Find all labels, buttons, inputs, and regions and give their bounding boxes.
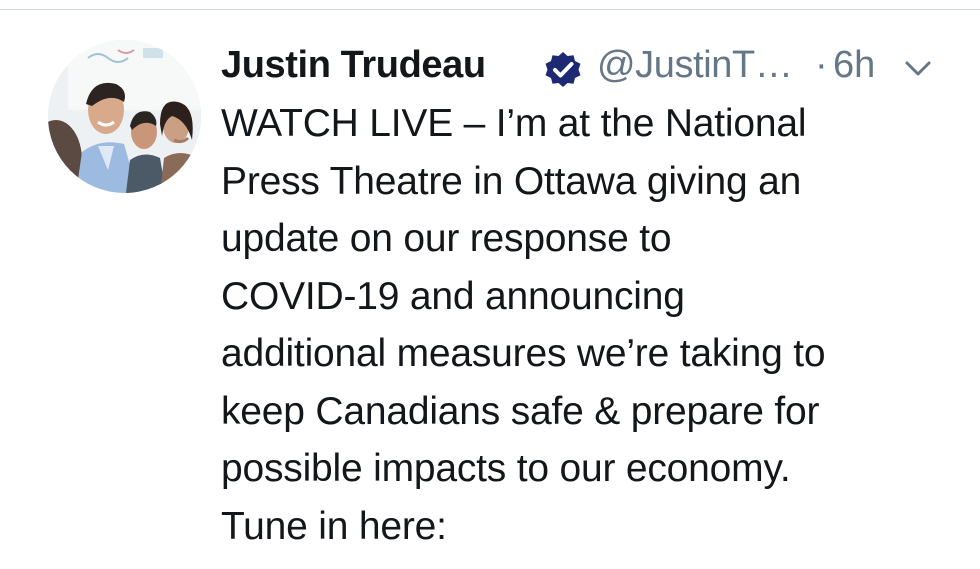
timestamp[interactable]: 6h <box>833 44 875 87</box>
tweet-text-line: Tune in here: <box>221 504 447 548</box>
avatar-photo <box>48 40 201 193</box>
tweet-text-line: additional measures we’re taking to <box>221 332 826 375</box>
tweet-text-line: COVID-19 and announcing <box>221 274 685 318</box>
separator-dot: · <box>815 44 828 86</box>
tweet-text-line: WATCH LIVE – I’m at the National <box>221 102 807 145</box>
verified-badge-icon <box>545 52 581 87</box>
tweet[interactable]: Justin Trudeau @JustinT… · 6h WATCH LIVE… <box>0 10 980 569</box>
tweet-text-line: Press Theatre in Ottawa giving an <box>221 159 802 203</box>
tweet-text-line: possible impacts to our economy. <box>221 447 791 490</box>
handle[interactable]: @JustinT… <box>597 44 793 87</box>
tweet-header: Justin Trudeau @JustinT… · 6h <box>221 36 961 92</box>
tweet-text-line: update on our response to <box>221 217 672 260</box>
display-name[interactable]: Justin Trudeau <box>221 44 486 87</box>
tweet-text: WATCH LIVE – I’m at the National Press T… <box>221 95 961 555</box>
tweet-text-line: keep Canadians safe & prepare for <box>221 389 820 433</box>
chevron-down-icon[interactable] <box>904 60 932 78</box>
avatar[interactable] <box>48 40 201 193</box>
